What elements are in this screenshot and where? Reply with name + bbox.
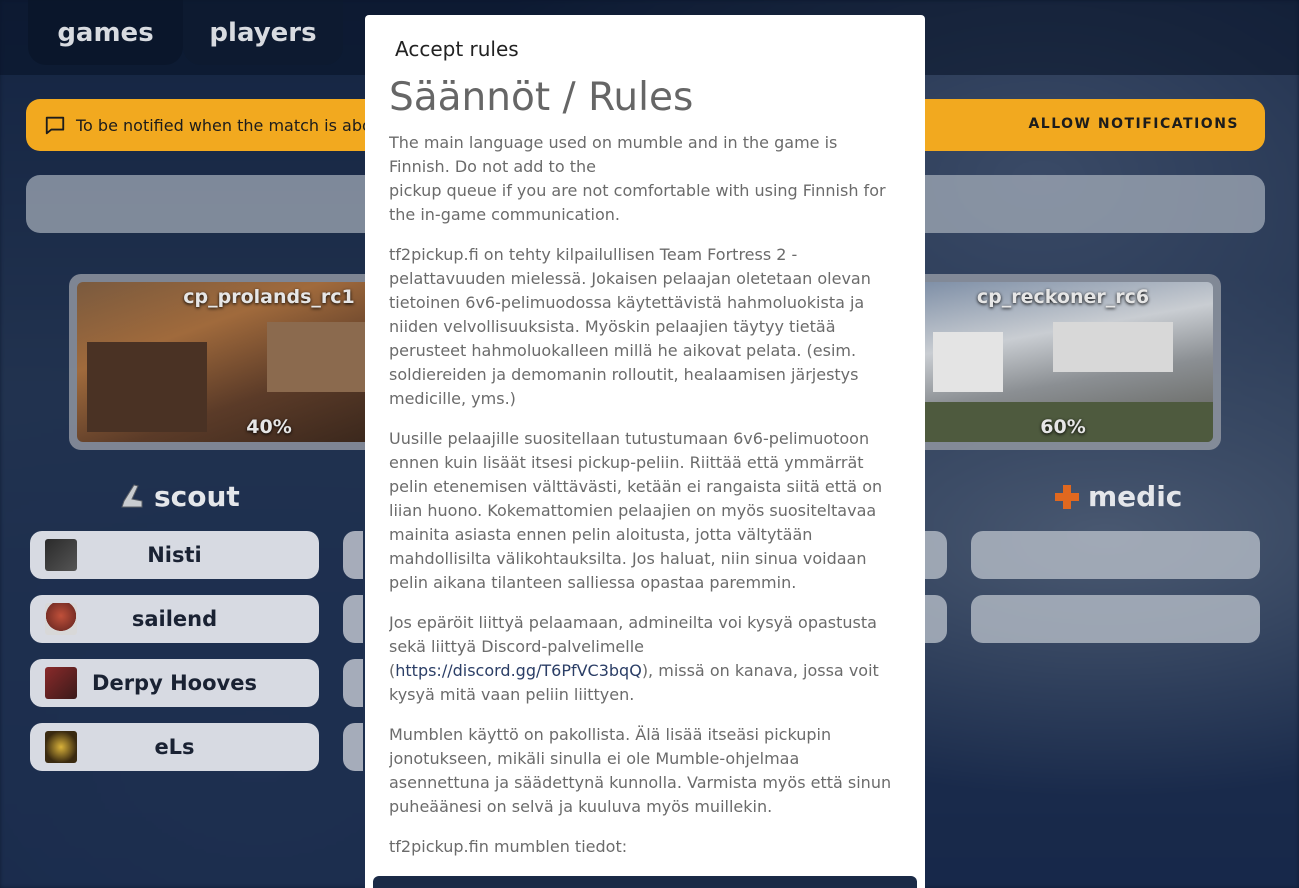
medic-cross-icon <box>1055 484 1079 509</box>
dialog-footer <box>373 876 917 888</box>
rules-text: pickup queue if you are not comfortable … <box>389 181 886 224</box>
rules-paragraph: Jos epäröit liittyä pelaamaan, admineilt… <box>389 611 895 707</box>
rules-paragraph: The main language used on mumble and in … <box>389 131 895 227</box>
rules-heading: Säännöt / Rules <box>389 75 694 120</box>
medic-slot-empty[interactable] <box>971 531 1260 579</box>
class-label: scout <box>154 480 240 513</box>
map-name: cp_reckoner_rc6 <box>976 286 1150 308</box>
player-slot-partial[interactable] <box>343 531 363 579</box>
map-building-shape <box>1053 322 1173 372</box>
player-slot-partial[interactable] <box>343 659 363 707</box>
player-slot-partial[interactable] <box>343 723 363 771</box>
notification-text: To be notified when the match is abo <box>76 115 372 135</box>
rules-paragraph: Uusille pelaajille suositellaan tutustum… <box>389 429 883 592</box>
map-vote-card[interactable]: cp_reckoner_rc6 60% <box>913 274 1221 450</box>
player-slot[interactable]: Derpy Hooves <box>30 659 319 707</box>
nav-games-label: games <box>57 17 154 48</box>
accept-rules-dialog: Accept rules Säännöt / Rules The main la… <box>365 15 925 888</box>
discord-link[interactable]: https://discord.gg/T6PfVC3bqQ <box>395 661 642 680</box>
player-slot-partial[interactable] <box>925 531 947 579</box>
rules-content: Säännöt / Rules The main language used o… <box>389 73 895 888</box>
class-header-medic: medic <box>1054 480 1182 513</box>
allow-notifications-button[interactable]: ALLOW NOTIFICATIONS <box>1028 116 1239 132</box>
class-header-scout: scout <box>118 480 240 513</box>
rules-paragraph: tf2pickup.fi on tehty kilpailullisen Tea… <box>389 245 871 408</box>
rules-text: The main language used on mumble and in … <box>389 133 838 176</box>
rules-paragraph: Mumblen käyttö on pakollista. Älä lisää … <box>389 725 892 816</box>
dialog-title: Accept rules <box>395 37 519 61</box>
player-slot[interactable]: sailend <box>30 595 319 643</box>
player-slot[interactable]: eLs <box>30 723 319 771</box>
map-preview-image: cp_reckoner_rc6 60% <box>913 282 1213 442</box>
boot-icon <box>121 483 143 507</box>
map-building-shape <box>933 332 1003 392</box>
nav-players-link[interactable]: players <box>183 0 343 65</box>
avatar <box>45 667 77 699</box>
chat-bubble-icon <box>45 116 65 135</box>
avatar <box>45 603 77 635</box>
rules-paragraph: tf2pickup.fin mumblen tiedot: <box>389 837 628 856</box>
nav-players-label: players <box>209 17 317 48</box>
player-slot[interactable]: Nisti <box>30 531 319 579</box>
avatar <box>45 731 77 763</box>
avatar <box>45 539 77 571</box>
map-vote-percent: 60% <box>1040 416 1086 438</box>
class-label: medic <box>1088 480 1183 513</box>
player-slot-partial[interactable] <box>925 595 947 643</box>
player-slot-partial[interactable] <box>343 595 363 643</box>
nav-games-link[interactable]: games <box>28 0 183 65</box>
medic-slot-empty[interactable] <box>971 595 1260 643</box>
